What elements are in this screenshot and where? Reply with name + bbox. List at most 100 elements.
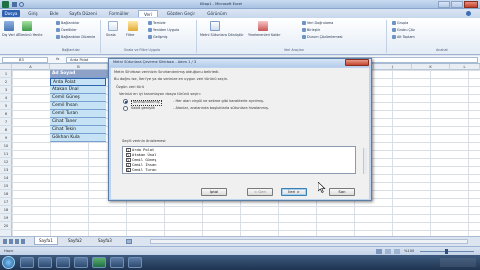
name-cell[interactable]: Arda Polat bbox=[50, 78, 106, 86]
sheet-nav-next-icon[interactable] bbox=[15, 239, 19, 244]
row-header[interactable]: 10 bbox=[0, 142, 12, 150]
text-to-columns-icon[interactable] bbox=[210, 21, 220, 31]
name-box[interactable]: B3 bbox=[2, 57, 48, 63]
sheet-tab[interactable]: Sayfa3 bbox=[94, 237, 116, 245]
save-icon[interactable] bbox=[12, 2, 17, 7]
get-external-data-icon[interactable] bbox=[4, 21, 14, 31]
zoom-slider-thumb[interactable] bbox=[445, 249, 448, 254]
row-header[interactable]: 13 bbox=[0, 166, 12, 174]
row-header[interactable]: 8 bbox=[0, 126, 12, 134]
row-header[interactable]: 2 bbox=[0, 78, 12, 86]
normal-view-icon[interactable] bbox=[376, 249, 382, 254]
taskbar-app-icon[interactable] bbox=[20, 257, 34, 268]
start-button-icon[interactable] bbox=[2, 256, 15, 269]
row-header[interactable]: 12 bbox=[0, 158, 12, 166]
tab-page-layout[interactable]: Sayfa Düzeni bbox=[66, 10, 100, 17]
taskbar-app-icon[interactable] bbox=[38, 257, 52, 268]
maximize-button[interactable] bbox=[451, 1, 463, 8]
fixed-width-radio[interactable] bbox=[123, 106, 128, 111]
row-header[interactable]: 5 bbox=[0, 102, 12, 110]
name-cell[interactable]: Cihat Tekin bbox=[50, 126, 106, 134]
taskbar-app-icon[interactable] bbox=[110, 257, 124, 268]
data-validation-button[interactable]: Veri Doğrulama bbox=[302, 21, 333, 26]
tab-file[interactable]: Dosya bbox=[2, 10, 20, 17]
row-header[interactable]: 18 bbox=[0, 206, 12, 214]
row-header[interactable]: 14 bbox=[0, 174, 12, 182]
preview-scrollbar[interactable] bbox=[363, 148, 367, 174]
connections-button[interactable]: Bağlantılar bbox=[56, 21, 79, 26]
remove-duplicates-button[interactable]: Yinelenenleri Kaldır bbox=[248, 33, 281, 38]
page-layout-view-icon[interactable] bbox=[385, 249, 391, 254]
sheet-nav-first-icon[interactable] bbox=[3, 239, 7, 244]
row-header[interactable]: 1 bbox=[0, 70, 12, 78]
fixed-width-label[interactable]: Sabit genişlik bbox=[131, 106, 155, 111]
refresh-all-icon[interactable] bbox=[22, 21, 32, 31]
row-header[interactable]: 19 bbox=[0, 214, 12, 222]
name-cell[interactable]: Cihat Taner bbox=[50, 118, 106, 126]
sort-icon[interactable] bbox=[108, 21, 118, 31]
cancel-button[interactable]: İptal bbox=[201, 188, 227, 196]
row-header[interactable]: 3 bbox=[0, 86, 12, 94]
row-header[interactable]: 17 bbox=[0, 198, 12, 206]
delimited-radio[interactable] bbox=[123, 99, 128, 104]
name-cell[interactable]: Atakan Ünal bbox=[50, 86, 106, 94]
taskbar-excel-icon[interactable] bbox=[92, 257, 106, 268]
edit-links-button[interactable]: Bağlantıları Düzenle bbox=[56, 35, 95, 40]
taskbar-app-icon[interactable] bbox=[56, 257, 70, 268]
filter-icon[interactable] bbox=[128, 21, 138, 31]
get-external-data-button[interactable]: Dış Veri Al bbox=[2, 33, 19, 38]
consolidate-button[interactable]: Birleştir bbox=[302, 28, 320, 33]
remove-duplicates-icon[interactable] bbox=[258, 21, 268, 31]
row-header[interactable]: 11 bbox=[0, 150, 12, 158]
sheet-nav-prev-icon[interactable] bbox=[9, 239, 13, 244]
properties-button[interactable]: Özellikler bbox=[56, 28, 77, 33]
sheet-nav-last-icon[interactable] bbox=[21, 239, 25, 244]
horizontal-scrollbar[interactable] bbox=[150, 239, 468, 244]
name-cell[interactable]: Gökhan Kula bbox=[50, 134, 106, 142]
minimize-button[interactable] bbox=[438, 1, 450, 8]
subtotal-button[interactable]: Alt Toplam bbox=[392, 35, 415, 40]
sheet-tab[interactable]: Sayfa1 bbox=[34, 237, 58, 245]
tab-review[interactable]: Gözden Geçir bbox=[162, 10, 200, 17]
tab-home[interactable]: Giriş bbox=[24, 10, 42, 17]
undo-icon[interactable] bbox=[19, 2, 24, 7]
text-to-columns-button[interactable]: Metni Sütunlara Dönüştür bbox=[200, 33, 244, 38]
row-header[interactable]: 6 bbox=[0, 110, 12, 118]
clear-button[interactable]: Temizle bbox=[148, 21, 166, 26]
name-cell[interactable]: Cemil Turan bbox=[50, 110, 106, 118]
reapply-button[interactable]: Yeniden Uygula bbox=[148, 28, 179, 33]
page-break-view-icon[interactable] bbox=[394, 249, 400, 254]
sheet-tab[interactable]: Sayfa2 bbox=[64, 237, 86, 245]
next-button[interactable]: İleri > bbox=[281, 188, 307, 196]
data-preview-box[interactable]: 1 Arda Polat 2 Atakan Ünal 3 Cemil Güneş 4C… bbox=[122, 146, 367, 174]
name-cell[interactable]: Cemil Güneş bbox=[50, 94, 106, 102]
close-button[interactable] bbox=[464, 1, 478, 8]
group-button[interactable]: Grupla bbox=[392, 21, 408, 26]
refresh-all-button[interactable]: Tümünü Yenile bbox=[18, 33, 42, 38]
dialog-title-bar[interactable]: Metni Sütunlara Çevirme Sihirbazı - Adım… bbox=[109, 59, 371, 67]
advanced-button[interactable]: Gelişmiş bbox=[148, 35, 167, 40]
taskbar-app-icon[interactable] bbox=[128, 257, 142, 268]
filter-button[interactable]: Filtre bbox=[126, 33, 134, 38]
row-header[interactable]: 20 bbox=[0, 222, 12, 230]
delimited-label[interactable]: Sınırlandırılmış bbox=[131, 100, 162, 106]
row-header[interactable]: 9 bbox=[0, 134, 12, 142]
help-icon[interactable] bbox=[466, 11, 471, 16]
dialog-close-button[interactable] bbox=[345, 59, 369, 66]
name-cell[interactable]: Cemil İhsan bbox=[50, 102, 106, 110]
row-header[interactable]: 7 bbox=[0, 118, 12, 126]
tab-view[interactable]: Görünüm bbox=[204, 10, 230, 17]
system-tray[interactable] bbox=[440, 258, 476, 267]
sort-button[interactable]: Sırala bbox=[106, 33, 116, 38]
insert-sheet-icon[interactable] bbox=[126, 239, 132, 244]
fx-icon[interactable]: fx bbox=[56, 57, 59, 62]
row-header[interactable]: 15 bbox=[0, 182, 12, 190]
tab-insert[interactable]: Ekle bbox=[46, 10, 62, 17]
finish-button[interactable]: Son bbox=[329, 188, 355, 196]
ungroup-button[interactable]: Grubu Çöz bbox=[392, 28, 415, 33]
row-header[interactable]: 16 bbox=[0, 190, 12, 198]
what-if-analysis-button[interactable]: Durum Çözümlemesi bbox=[302, 35, 342, 40]
header-cell[interactable]: Ad Soyad bbox=[50, 70, 108, 78]
back-button[interactable]: < Geri bbox=[247, 188, 273, 196]
zoom-level[interactable]: %100 bbox=[404, 249, 414, 254]
